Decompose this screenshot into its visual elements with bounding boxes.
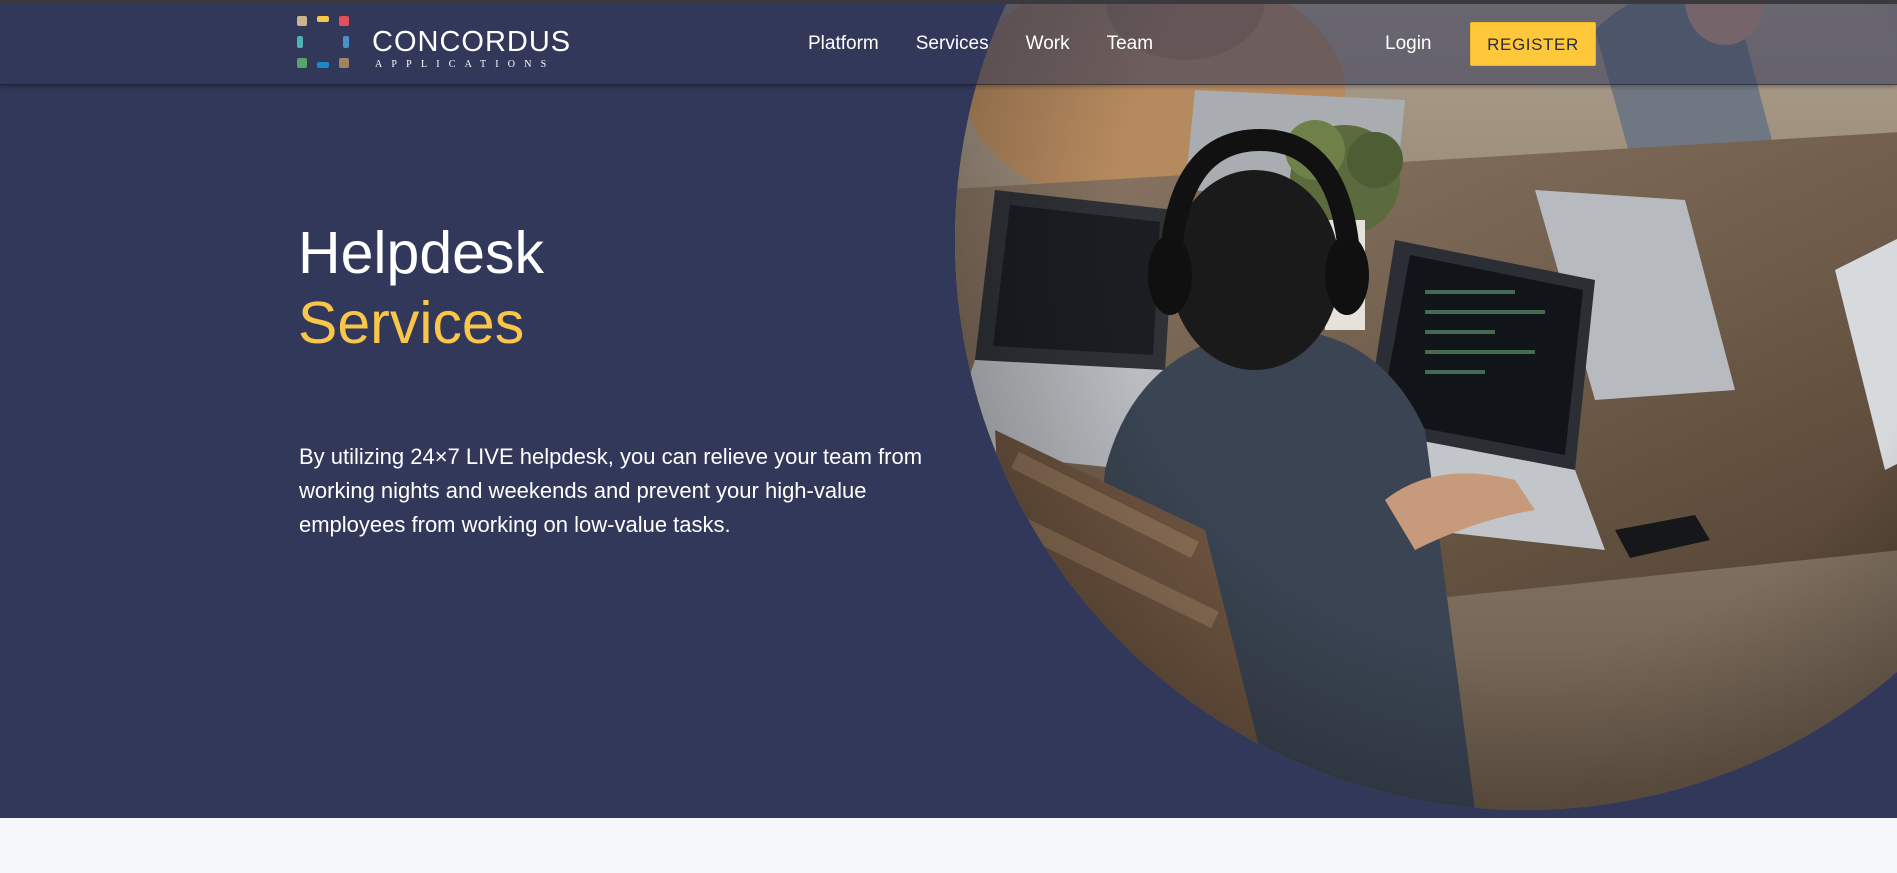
next-section-band xyxy=(0,818,1897,873)
team-working-on-laptops-photo xyxy=(955,0,1897,810)
concordus-logo-icon xyxy=(297,16,349,68)
hero-section: CONCORDUS APPLICATIONS Platform Services… xyxy=(0,0,1897,818)
nav-item-team[interactable]: Team xyxy=(1107,32,1153,56)
site-header: CONCORDUS APPLICATIONS Platform Services… xyxy=(0,4,1897,85)
nav-item-services[interactable]: Services xyxy=(916,32,989,56)
hero-title-line1: Helpdesk xyxy=(298,220,544,286)
brand-logo[interactable]: CONCORDUS APPLICATIONS xyxy=(295,14,570,74)
brand-subtitle: APPLICATIONS xyxy=(375,59,556,70)
browser-top-strip xyxy=(0,0,1897,4)
nav-item-work[interactable]: Work xyxy=(1026,32,1070,56)
hero-title-line2: Services xyxy=(298,290,525,356)
hero-photo xyxy=(955,0,1897,810)
main-nav: Platform Services Work Team xyxy=(808,32,1153,56)
page: CONCORDUS APPLICATIONS Platform Services… xyxy=(0,0,1897,873)
register-button[interactable]: REGISTER xyxy=(1470,22,1596,66)
brand-name: CONCORDUS xyxy=(372,26,572,58)
hero-description: By utilizing 24×7 LIVE helpdesk, you can… xyxy=(299,444,923,537)
login-link[interactable]: Login xyxy=(1385,32,1432,56)
nav-item-platform[interactable]: Platform xyxy=(808,32,879,56)
hero-title: Helpdesk Services xyxy=(298,218,544,358)
